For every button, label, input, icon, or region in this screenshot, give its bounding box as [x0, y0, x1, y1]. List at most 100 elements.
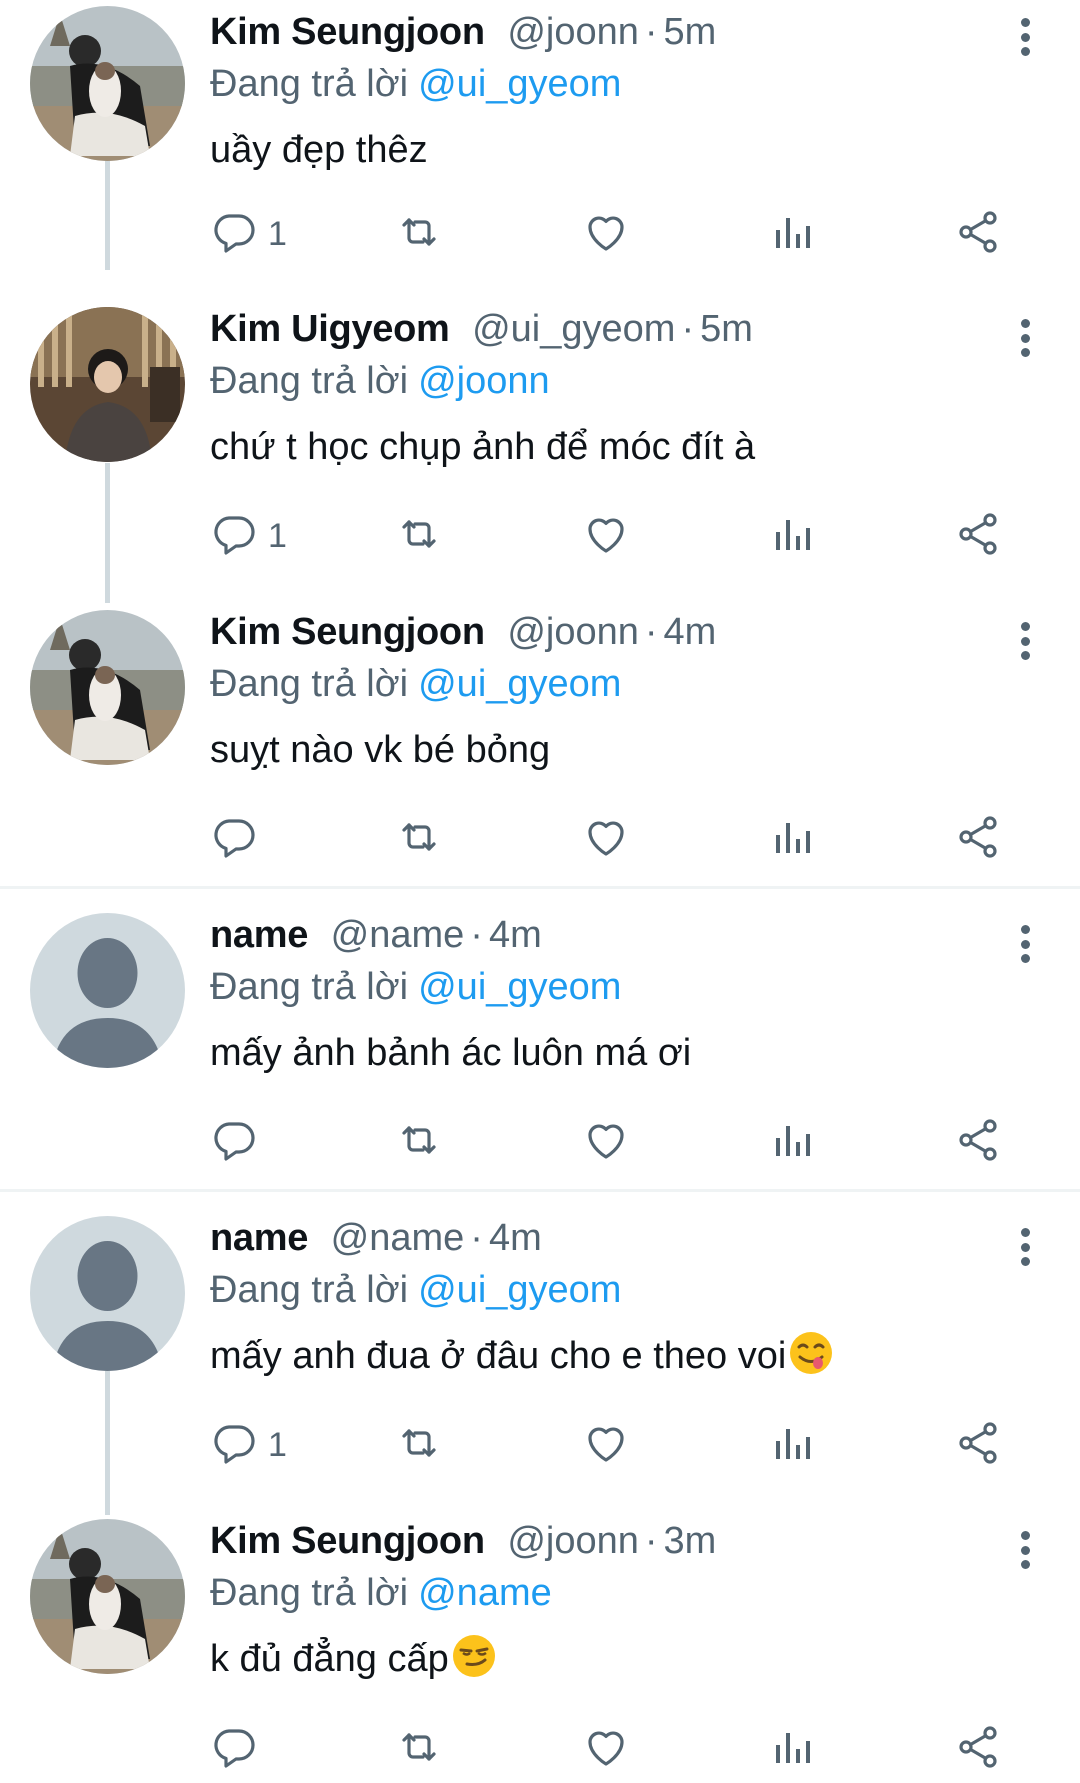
avatar[interactable]: [30, 913, 185, 1068]
author-name[interactable]: Kim Seungjoon: [210, 11, 485, 53]
like-icon: [582, 1419, 630, 1472]
reply-icon: [210, 208, 258, 261]
like-icon: [582, 813, 630, 866]
reply-button[interactable]: 1: [210, 1415, 287, 1475]
analytics-icon: [768, 1723, 816, 1776]
more-options-icon[interactable]: [1010, 12, 1040, 62]
author-handle[interactable]: @name: [331, 1217, 465, 1259]
thread-line: [105, 160, 110, 270]
like-button[interactable]: [582, 1112, 630, 1172]
avatar[interactable]: [30, 1519, 185, 1674]
reply-button[interactable]: 1: [210, 204, 287, 264]
timestamp[interactable]: 4m: [489, 914, 542, 956]
analytics-button[interactable]: [768, 809, 816, 869]
avatar[interactable]: [30, 6, 185, 161]
reply-count: 1: [268, 214, 287, 253]
timestamp[interactable]: 4m: [664, 611, 717, 653]
reply-feed: Kim Seungjoon @joonn · 5m Đang trả lời @ui_…: [0, 0, 1080, 1783]
retweet-icon: [395, 813, 443, 866]
replying-label: Đang trả lời: [210, 966, 409, 1008]
share-button[interactable]: [954, 809, 1002, 869]
action-bar: [210, 1719, 1030, 1779]
replying-label: Đang trả lời: [210, 63, 409, 105]
separator-dot: ·: [644, 611, 658, 653]
action-bar: 1: [210, 204, 1030, 264]
analytics-button[interactable]: [768, 1112, 816, 1172]
timestamp[interactable]: 5m: [664, 11, 717, 53]
share-icon: [954, 1723, 1002, 1776]
default-avatar: [30, 913, 185, 1068]
like-button[interactable]: [582, 1719, 630, 1779]
default-avatar: [30, 1216, 185, 1371]
reply-button[interactable]: [210, 809, 268, 869]
analytics-button[interactable]: [768, 204, 816, 264]
reply-icon: [210, 1419, 258, 1472]
replying-to-link[interactable]: @ui_gyeom: [418, 966, 621, 1008]
more-options-icon[interactable]: [1010, 1525, 1040, 1575]
share-button[interactable]: [954, 204, 1002, 264]
author-name[interactable]: name: [210, 914, 308, 956]
retweet-button[interactable]: [395, 809, 443, 869]
separator-dot: ·: [470, 1217, 483, 1259]
smirk-face-emoji: [452, 1635, 495, 1677]
tweet-text: mấy ảnh bảnh ác luôn má ơi: [210, 1032, 692, 1074]
more-options-icon[interactable]: [1010, 616, 1040, 666]
replying-to-link[interactable]: @name: [418, 1572, 552, 1614]
tweet-text: mấy anh đua ở đâu cho e theo voi: [210, 1335, 787, 1377]
author-name[interactable]: Kim Uigyeom: [210, 308, 450, 350]
share-button[interactable]: [954, 506, 1002, 566]
retweet-button[interactable]: [395, 506, 443, 566]
author-handle[interactable]: @joonn: [507, 11, 639, 53]
tweet-text: k đủ đẳng cấp: [210, 1638, 449, 1680]
like-icon: [582, 1116, 630, 1169]
like-button[interactable]: [582, 506, 630, 566]
person-indoor-photo: [30, 307, 185, 462]
author-name[interactable]: Kim Seungjoon: [210, 611, 485, 653]
author-handle[interactable]: @ui_gyeom: [472, 308, 675, 350]
reply-button[interactable]: [210, 1112, 268, 1172]
replying-to-link[interactable]: @ui_gyeom: [418, 663, 621, 705]
author-handle[interactable]: @name: [331, 914, 465, 956]
analytics-icon: [768, 208, 816, 261]
like-button[interactable]: [582, 204, 630, 264]
replying-to-link[interactable]: @joonn: [418, 360, 550, 402]
author-name[interactable]: Kim Seungjoon: [210, 1520, 485, 1562]
like-button[interactable]: [582, 809, 630, 869]
retweet-button[interactable]: [395, 1415, 443, 1475]
replying-to-link[interactable]: @ui_gyeom: [418, 63, 621, 105]
timestamp[interactable]: 5m: [700, 308, 753, 350]
author-handle[interactable]: @joonn: [507, 1520, 639, 1562]
retweet-icon: [395, 1419, 443, 1472]
reply-button[interactable]: 1: [210, 506, 287, 566]
reply-button[interactable]: [210, 1719, 268, 1779]
more-options-icon[interactable]: [1010, 1222, 1040, 1272]
analytics-button[interactable]: [768, 1719, 816, 1779]
more-options-icon[interactable]: [1010, 919, 1040, 969]
replying-to-link[interactable]: @ui_gyeom: [418, 1269, 621, 1311]
analytics-icon: [768, 813, 816, 866]
analytics-button[interactable]: [768, 1415, 816, 1475]
avatar[interactable]: [30, 1216, 185, 1371]
like-icon: [582, 1723, 630, 1776]
author-name[interactable]: name: [210, 1217, 308, 1259]
retweet-button[interactable]: [395, 204, 443, 264]
timestamp[interactable]: 4m: [489, 1217, 542, 1259]
action-bar: [210, 809, 1030, 869]
share-button[interactable]: [954, 1415, 1002, 1475]
timestamp[interactable]: 3m: [664, 1520, 717, 1562]
analytics-button[interactable]: [768, 506, 816, 566]
more-options-icon[interactable]: [1010, 313, 1040, 363]
avatar[interactable]: [30, 307, 185, 462]
retweet-button[interactable]: [395, 1112, 443, 1172]
retweet-icon: [395, 1723, 443, 1776]
author-handle[interactable]: @joonn: [507, 611, 639, 653]
tweet-text: chứ t học chụp ảnh để móc đít à: [210, 426, 756, 468]
tweet-text-line: k đủ đẳng cấp: [210, 1631, 1040, 1687]
avatar[interactable]: [30, 610, 185, 765]
thread-line: [105, 463, 110, 603]
like-icon: [582, 510, 630, 563]
share-button[interactable]: [954, 1112, 1002, 1172]
like-button[interactable]: [582, 1415, 630, 1475]
share-button[interactable]: [954, 1719, 1002, 1779]
retweet-button[interactable]: [395, 1719, 443, 1779]
